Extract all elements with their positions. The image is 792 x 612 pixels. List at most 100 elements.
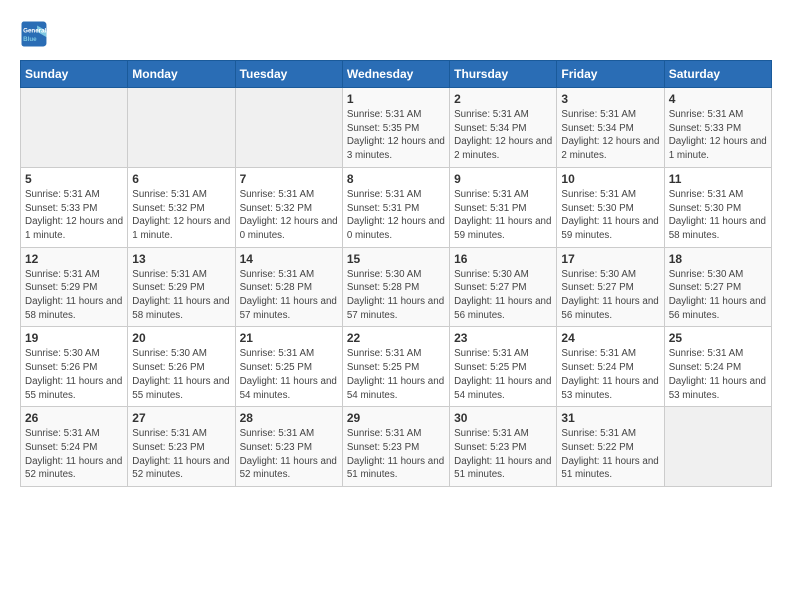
day-info: Sunrise: 5:31 AM Sunset: 5:25 PM Dayligh… <box>454 347 552 402</box>
calendar-cell: 14Sunrise: 5:31 AM Sunset: 5:28 PM Dayli… <box>235 247 342 327</box>
day-number: 11 <box>669 172 767 186</box>
day-number: 17 <box>561 252 659 266</box>
day-info: Sunrise: 5:31 AM Sunset: 5:22 PM Dayligh… <box>561 427 659 482</box>
day-info: Sunrise: 5:30 AM Sunset: 5:28 PM Dayligh… <box>347 268 445 323</box>
day-info: Sunrise: 5:30 AM Sunset: 5:26 PM Dayligh… <box>25 347 123 402</box>
day-info: Sunrise: 5:31 AM Sunset: 5:28 PM Dayligh… <box>240 268 338 323</box>
day-info: Sunrise: 5:31 AM Sunset: 5:25 PM Dayligh… <box>240 347 338 402</box>
day-number: 10 <box>561 172 659 186</box>
calendar-cell: 11 Sunrise: 5:31 AM Sunset: 5:30 PM Dayli… <box>664 167 771 247</box>
day-info: Sunrise: 5:30 AM Sunset: 5:27 PM Dayligh… <box>669 268 767 323</box>
calendar-cell: 21 Sunrise: 5:31 AM Sunset: 5:25 PM Dayli… <box>235 327 342 407</box>
calendar-table: SundayMondayTuesdayWednesdayThursdayFrid… <box>20 60 772 487</box>
header-friday: Friday <box>557 61 664 88</box>
calendar-cell: 31 Sunrise: 5:31 AM Sunset: 5:22 PM Dayli… <box>557 407 664 487</box>
calendar-cell <box>235 88 342 168</box>
day-info: Sunrise: 5:31 AM Sunset: 5:32 PM Dayligh… <box>240 188 338 243</box>
day-info: Sunrise: 5:31 AM Sunset: 5:24 PM Dayligh… <box>561 347 659 402</box>
top-row: General Blue <box>20 20 772 52</box>
calendar-cell <box>664 407 771 487</box>
day-info: Sunrise: 5:31 AM Sunset: 5:33 PM Dayligh… <box>25 188 123 243</box>
calendar-cell: 8 Sunrise: 5:31 AM Sunset: 5:31 PM Daylig… <box>342 167 449 247</box>
calendar-cell: 2 Sunrise: 5:31 AM Sunset: 5:34 PM Daylig… <box>450 88 557 168</box>
calendar-cell: 28 Sunrise: 5:31 AM Sunset: 5:23 PM Dayli… <box>235 407 342 487</box>
calendar-cell: 22 Sunrise: 5:31 AM Sunset: 5:25 PM Dayli… <box>342 327 449 407</box>
day-info: Sunrise: 5:31 AM Sunset: 5:33 PM Dayligh… <box>669 108 767 163</box>
day-info: Sunrise: 5:31 AM Sunset: 5:23 PM Dayligh… <box>454 427 552 482</box>
svg-text:General: General <box>23 27 46 34</box>
day-info: Sunrise: 5:31 AM Sunset: 5:32 PM Dayligh… <box>132 188 230 243</box>
calendar-cell: 30 Sunrise: 5:31 AM Sunset: 5:23 PM Dayli… <box>450 407 557 487</box>
day-info: Sunrise: 5:30 AM Sunset: 5:27 PM Dayligh… <box>454 268 552 323</box>
calendar-cell: 4 Sunrise: 5:31 AM Sunset: 5:33 PM Daylig… <box>664 88 771 168</box>
day-info: Sunrise: 5:31 AM Sunset: 5:31 PM Dayligh… <box>347 188 445 243</box>
day-number: 3 <box>561 92 659 106</box>
calendar-cell: 9 Sunrise: 5:31 AM Sunset: 5:31 PM Daylig… <box>450 167 557 247</box>
calendar-cell: 7 Sunrise: 5:31 AM Sunset: 5:32 PM Daylig… <box>235 167 342 247</box>
day-number: 22 <box>347 331 445 345</box>
day-info: Sunrise: 5:31 AM Sunset: 5:31 PM Dayligh… <box>454 188 552 243</box>
header-saturday: Saturday <box>664 61 771 88</box>
day-info: Sunrise: 5:31 AM Sunset: 5:35 PM Dayligh… <box>347 108 445 163</box>
day-number: 16 <box>454 252 552 266</box>
day-info: Sunrise: 5:30 AM Sunset: 5:27 PM Dayligh… <box>561 268 659 323</box>
day-number: 29 <box>347 411 445 425</box>
logo: General Blue <box>20 20 52 48</box>
calendar-cell: 25 Sunrise: 5:31 AM Sunset: 5:24 PM Dayli… <box>664 327 771 407</box>
day-number: 9 <box>454 172 552 186</box>
calendar-cell: 29 Sunrise: 5:31 AM Sunset: 5:23 PM Dayli… <box>342 407 449 487</box>
calendar-cell: 10Sunrise: 5:31 AM Sunset: 5:30 PM Dayli… <box>557 167 664 247</box>
calendar-cell: 3Sunrise: 5:31 AM Sunset: 5:34 PM Daylig… <box>557 88 664 168</box>
calendar-cell: 16 Sunrise: 5:30 AM Sunset: 5:27 PM Dayli… <box>450 247 557 327</box>
day-number: 2 <box>454 92 552 106</box>
header-sunday: Sunday <box>21 61 128 88</box>
day-number: 26 <box>25 411 123 425</box>
day-info: Sunrise: 5:30 AM Sunset: 5:26 PM Dayligh… <box>132 347 230 402</box>
calendar-cell: 15 Sunrise: 5:30 AM Sunset: 5:28 PM Dayli… <box>342 247 449 327</box>
day-number: 5 <box>25 172 123 186</box>
calendar-week-3: 12Sunrise: 5:31 AM Sunset: 5:29 PM Dayli… <box>21 247 772 327</box>
header-monday: Monday <box>128 61 235 88</box>
day-info: Sunrise: 5:31 AM Sunset: 5:24 PM Dayligh… <box>25 427 123 482</box>
calendar-cell: 19 Sunrise: 5:30 AM Sunset: 5:26 PM Dayli… <box>21 327 128 407</box>
day-info: Sunrise: 5:31 AM Sunset: 5:23 PM Dayligh… <box>347 427 445 482</box>
day-number: 1 <box>347 92 445 106</box>
day-info: Sunrise: 5:31 AM Sunset: 5:25 PM Dayligh… <box>347 347 445 402</box>
calendar-week-5: 26 Sunrise: 5:31 AM Sunset: 5:24 PM Dayli… <box>21 407 772 487</box>
calendar-cell: 6 Sunrise: 5:31 AM Sunset: 5:32 PM Daylig… <box>128 167 235 247</box>
day-number: 19 <box>25 331 123 345</box>
day-number: 21 <box>240 331 338 345</box>
calendar-cell <box>21 88 128 168</box>
day-number: 20 <box>132 331 230 345</box>
day-info: Sunrise: 5:31 AM Sunset: 5:24 PM Dayligh… <box>669 347 767 402</box>
day-info: Sunrise: 5:31 AM Sunset: 5:30 PM Dayligh… <box>669 188 767 243</box>
day-number: 4 <box>669 92 767 106</box>
calendar-week-1: 1 Sunrise: 5:31 AM Sunset: 5:35 PM Daylig… <box>21 88 772 168</box>
day-number: 31 <box>561 411 659 425</box>
calendar-cell: 26 Sunrise: 5:31 AM Sunset: 5:24 PM Dayli… <box>21 407 128 487</box>
day-info: Sunrise: 5:31 AM Sunset: 5:34 PM Dayligh… <box>454 108 552 163</box>
day-number: 24 <box>561 331 659 345</box>
day-number: 7 <box>240 172 338 186</box>
day-number: 25 <box>669 331 767 345</box>
day-number: 12 <box>25 252 123 266</box>
calendar-cell: 12Sunrise: 5:31 AM Sunset: 5:29 PM Dayli… <box>21 247 128 327</box>
header-thursday: Thursday <box>450 61 557 88</box>
calendar-cell: 18 Sunrise: 5:30 AM Sunset: 5:27 PM Dayli… <box>664 247 771 327</box>
calendar-cell: 27 Sunrise: 5:31 AM Sunset: 5:23 PM Dayli… <box>128 407 235 487</box>
calendar-body: 1 Sunrise: 5:31 AM Sunset: 5:35 PM Daylig… <box>21 88 772 487</box>
day-number: 18 <box>669 252 767 266</box>
day-number: 6 <box>132 172 230 186</box>
day-number: 27 <box>132 411 230 425</box>
calendar-cell: 20 Sunrise: 5:30 AM Sunset: 5:26 PM Dayli… <box>128 327 235 407</box>
calendar-cell: 23 Sunrise: 5:31 AM Sunset: 5:25 PM Dayli… <box>450 327 557 407</box>
day-number: 23 <box>454 331 552 345</box>
day-info: Sunrise: 5:31 AM Sunset: 5:23 PM Dayligh… <box>132 427 230 482</box>
day-number: 8 <box>347 172 445 186</box>
calendar-week-4: 19 Sunrise: 5:30 AM Sunset: 5:26 PM Dayli… <box>21 327 772 407</box>
header-wednesday: Wednesday <box>342 61 449 88</box>
day-number: 28 <box>240 411 338 425</box>
day-info: Sunrise: 5:31 AM Sunset: 5:23 PM Dayligh… <box>240 427 338 482</box>
day-number: 15 <box>347 252 445 266</box>
day-number: 30 <box>454 411 552 425</box>
